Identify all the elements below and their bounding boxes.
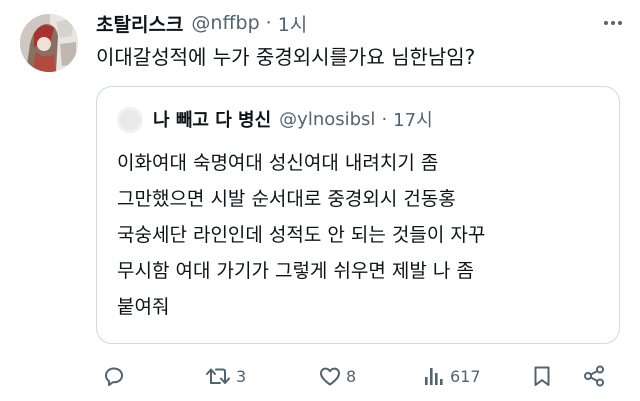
views-button[interactable]: 617 (422, 362, 481, 390)
quoted-text-line: 붙여줘 (117, 296, 170, 318)
more-horizontal-icon (604, 21, 622, 25)
reply-icon (105, 367, 123, 386)
like-count: 8 (346, 366, 357, 386)
repost-button[interactable]: 3 (204, 362, 246, 390)
separator-dot: · (265, 12, 272, 34)
quoted-avatar-image (117, 107, 143, 133)
post-header: 초탈리스크 @nffbp · 1시 (96, 8, 307, 38)
quoted-post[interactable]: 나 빼고 다 병신 @ylnosibsl · 17시 이화여대 숙명여대 성신여… (96, 86, 620, 344)
share-icon (584, 365, 604, 387)
repost-count: 3 (236, 366, 247, 386)
quoted-display-name: 나 빼고 다 병신 (153, 110, 272, 131)
post: 초탈리스크 @nffbp · 1시 이대갈성적에 누가 중경외시를가요 님한남임… (0, 0, 640, 401)
post-time[interactable]: 1시 (278, 10, 308, 37)
action-bar: 3 8 617 (96, 358, 620, 394)
views-icon (425, 368, 443, 385)
like-button[interactable]: 8 (318, 362, 356, 390)
quoted-handle: @ylnosibsl (279, 108, 376, 130)
author-display-name[interactable]: 초탈리스크 (96, 10, 183, 37)
bookmark-icon (534, 366, 550, 386)
repost-icon (206, 368, 230, 384)
post-text: 이대갈성적에 누가 중경외시를가요 님한남임? (96, 45, 476, 69)
quoted-text-line: 무시함 여대 가기가 그렇게 쉬우면 제발 나 좀 (117, 260, 474, 282)
quoted-separator-dot: · (381, 108, 388, 130)
bookmark-button[interactable] (530, 362, 554, 390)
quoted-text-line: 국숭세단 라인인데 성적도 안 되는 것들이 자꾸 (117, 224, 486, 246)
reply-button[interactable] (102, 362, 130, 390)
share-button[interactable] (582, 362, 606, 390)
more-options-button[interactable] (600, 10, 626, 36)
quoted-text: 이화여대 숙명여대 성신여대 내려치기 좀 그만했으면 시발 순서대로 중경외시… (117, 145, 597, 325)
avatar-image (20, 14, 78, 72)
author-handle[interactable]: @nffbp (191, 12, 259, 34)
avatar[interactable] (20, 14, 78, 72)
views-count: 617 (450, 366, 481, 386)
quoted-text-line: 그만했으면 시발 순서대로 중경외시 건동홍 (117, 188, 456, 210)
quoted-text-line: 이화여대 숙명여대 성신여대 내려치기 좀 (117, 152, 439, 174)
quoted-time: 17시 (393, 110, 433, 131)
quoted-avatar[interactable] (117, 107, 143, 133)
quoted-header: 나 빼고 다 병신 @ylnosibsl · 17시 (153, 104, 433, 134)
heart-icon (320, 367, 340, 386)
